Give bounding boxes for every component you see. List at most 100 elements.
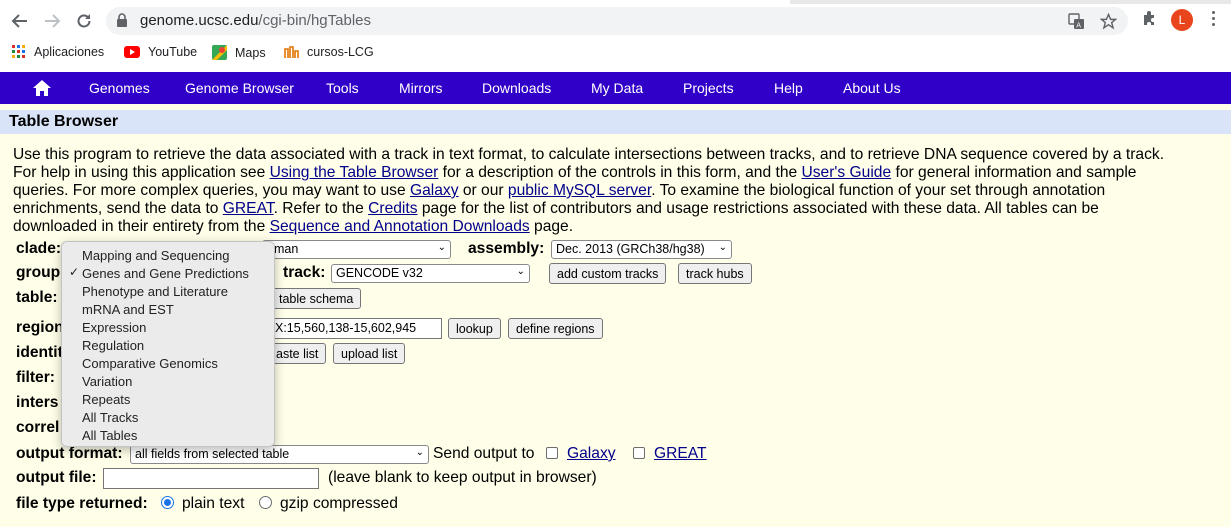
menu-item-label: Repeats [82,392,131,407]
galaxy-link[interactable]: Galaxy [410,182,459,199]
svg-text:A: A [1076,22,1081,30]
assembly-label: assembly: [468,240,545,257]
forward-button[interactable] [40,9,64,33]
lock-icon [116,13,128,33]
intro-text-span: or our [458,182,508,199]
plain-text-label: plain text [182,495,245,512]
using-table-browser-link[interactable]: Using the Table Browser [270,164,439,181]
menu-item-regulation[interactable]: Regulation [62,336,274,354]
track-select[interactable]: GENCODE v32 ⌄ [331,264,530,283]
reload-button[interactable] [72,9,96,33]
upload-list-button[interactable]: upload list [333,343,406,364]
menu-item-expression[interactable]: Expression [62,318,274,336]
nav-genome-browser[interactable]: Genome Browser [185,80,294,96]
plain-text-radio[interactable] [161,496,174,509]
extensions-icon[interactable] [1141,9,1159,32]
mysql-server-link[interactable]: public MySQL server [508,182,651,199]
intro-text-span: Use this program to retrieve the data as… [13,146,1165,163]
great-output-link[interactable]: GREAT [654,445,707,463]
nav-mirrors[interactable]: Mirrors [399,80,443,96]
arrow-right-icon [45,14,61,28]
track-label: track: [283,264,326,281]
avatar-letter: L [1178,13,1186,27]
intro-text-span: for general information and sample [891,164,1137,181]
galaxy-output-link[interactable]: Galaxy [567,445,616,463]
nav-about-us[interactable]: About Us [843,80,901,96]
menu-item-all-tracks[interactable]: All Tracks [62,408,274,426]
menu-item-label: Regulation [82,338,145,353]
intro-text-span: page. [529,218,574,235]
chevron-down-icon: ⌄ [415,447,424,458]
bookmark-youtube[interactable]: YouTube [124,45,197,59]
address-bar[interactable]: genome.ucsc.edu/cgi-bin/hgTables A [106,7,1128,35]
tab-strip [0,0,1231,4]
output-format-select[interactable]: all fields from selected table ⌄ [130,445,429,464]
nav-tools[interactable]: Tools [326,80,359,96]
back-button[interactable] [8,9,32,33]
intro-line: enrichments, send the data to GREAT. Ref… [13,200,1223,218]
intro-text: Use this program to retrieve the data as… [13,146,1223,236]
bookmark-apps[interactable]: Aplicaciones [12,45,104,59]
output-file-input[interactable] [103,468,319,489]
menu-item-genes[interactable]: ✓ Genes and Gene Predictions [62,264,274,282]
downloads-link[interactable]: Sequence and Annotation Downloads [270,218,530,235]
users-guide-link[interactable]: User's Guide [802,164,892,181]
browser-menu-icon[interactable] [1212,11,1216,29]
menu-item-variation[interactable]: Variation [62,372,274,390]
bookmark-label: Maps [235,45,266,60]
nav-genomes[interactable]: Genomes [89,80,150,96]
group-dropdown-menu[interactable]: Mapping and Sequencing ✓ Genes and Gene P… [61,241,275,447]
menu-item-label: mRNA and EST [82,302,174,317]
great-checkbox[interactable] [633,447,645,459]
nav-help[interactable]: Help [774,80,803,96]
nav-my-data[interactable]: My Data [591,80,643,96]
nav-downloads[interactable]: Downloads [482,80,551,96]
bookmark-cursos[interactable]: cursos-LCG [284,45,374,59]
ucsc-navbar: Genomes Genome Browser Tools Mirrors Dow… [0,72,1231,104]
bookmark-maps[interactable]: Maps [212,45,266,60]
bookmark-label: Aplicaciones [34,45,105,59]
menu-item-comparative[interactable]: Comparative Genomics [62,354,274,372]
table-label: table: [16,289,58,306]
paste-list-button[interactable]: aste list [268,343,327,364]
correlation-label: correl [16,419,60,436]
url-text: genome.ucsc.edu/cgi-bin/hgTables [140,12,371,29]
menu-item-label: Mapping and Sequencing [82,248,230,263]
nav-projects[interactable]: Projects [683,80,734,96]
intro-line: downloaded in their entirety from the Se… [13,218,1223,236]
browser-chrome: genome.ucsc.edu/cgi-bin/hgTables A L Apl… [0,0,1231,72]
menu-item-label: All Tables [82,428,138,443]
great-link[interactable]: GREAT [223,200,274,217]
intro-text-span: page for the list of contributors and us… [417,200,1099,217]
intro-line: For help in using this application see U… [13,164,1223,182]
home-icon[interactable] [32,79,52,102]
menu-item-phenotype[interactable]: Phenotype and Literature [62,282,274,300]
title-bar: Table Browser [0,110,1231,134]
assembly-select[interactable]: Dec. 2013 (GRCh38/hg38) ⌄ [551,240,732,259]
galaxy-checkbox[interactable] [546,447,558,459]
position-input-value: X:15,560,138-15,602,945 [275,321,417,335]
define-regions-button[interactable]: define regions [508,318,603,339]
profile-avatar[interactable]: L [1171,9,1193,31]
lookup-button[interactable]: lookup [448,318,501,339]
chevron-down-icon: ⌄ [437,242,446,253]
intro-line: Use this program to retrieve the data as… [13,146,1223,164]
credits-link[interactable]: Credits [368,200,417,217]
menu-item-mapping[interactable]: Mapping and Sequencing [62,246,274,264]
gzip-radio[interactable] [259,496,272,509]
menu-item-all-tables[interactable]: All Tables [62,426,274,444]
menu-item-repeats[interactable]: Repeats [62,390,274,408]
add-custom-tracks-button[interactable]: add custom tracks [549,263,667,284]
position-input[interactable]: X:15,560,138-15,602,945 [270,318,442,339]
track-hubs-button[interactable]: track hubs [678,263,752,284]
output-file-hint: (leave blank to keep output in browser) [328,469,597,486]
menu-item-label: Comparative Genomics [82,356,218,371]
table-schema-button[interactable]: table schema [271,288,362,309]
star-icon[interactable] [1099,12,1118,35]
menu-item-mrna[interactable]: mRNA and EST [62,300,274,318]
intro-line: queries. For more complex queries, you m… [13,182,1223,200]
translate-icon[interactable]: A [1068,13,1085,35]
intro-text-span: enrichments, send the data to [13,200,223,217]
genome-select[interactable]: uman ⌄ [262,240,451,259]
intro-text-span: For help in using this application see [13,164,270,181]
